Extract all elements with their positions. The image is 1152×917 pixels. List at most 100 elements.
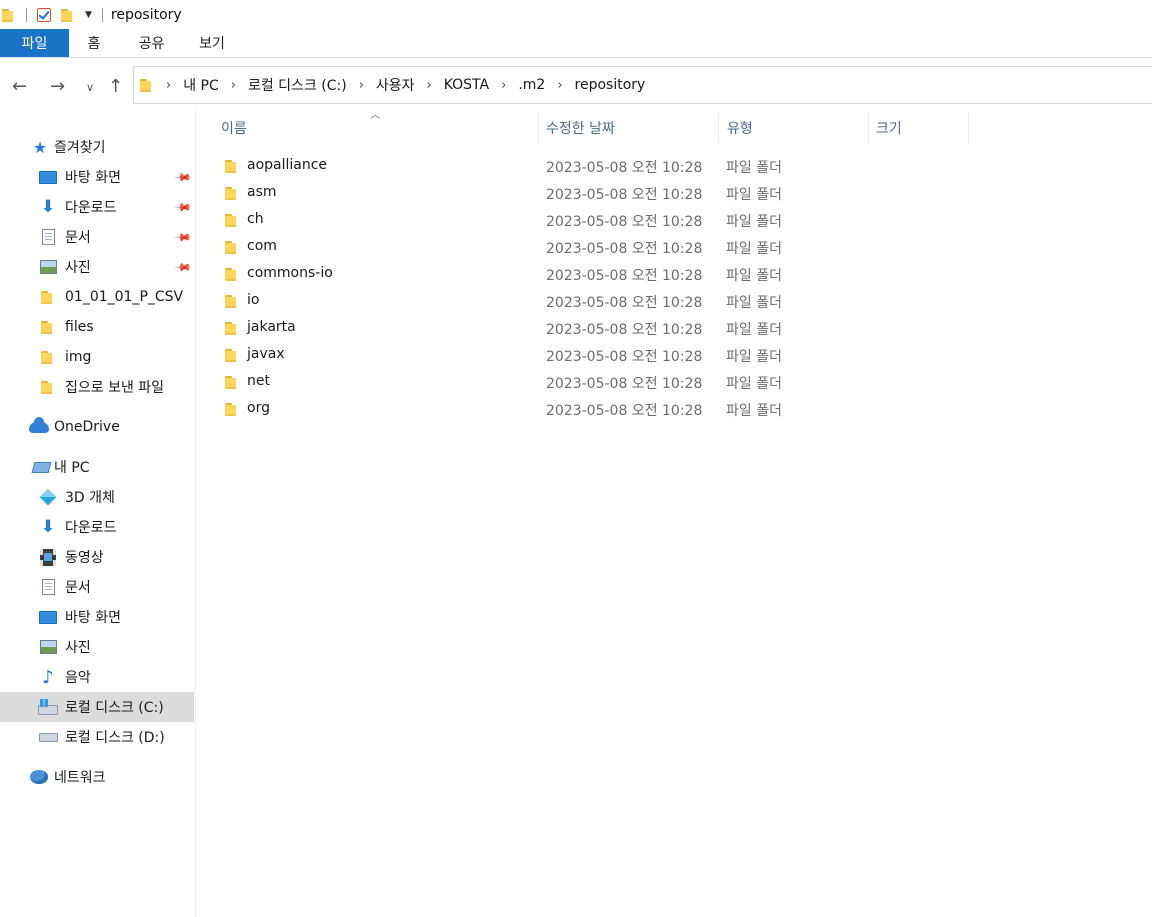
breadcrumb-m2[interactable]: .m2 <box>518 77 545 93</box>
sidebar-item-sent-home-files[interactable]: 집으로 보낸 파일 <box>0 372 194 402</box>
tab-view[interactable]: 보기 <box>184 29 240 57</box>
file-date: 2023-05-08 오전 10:28 <box>546 214 703 230</box>
address-bar[interactable]: › 내 PC › 로컬 디스크 (C:) › 사용자 › KOSTA › .m2… <box>133 66 1152 104</box>
sidebar-item-pc-desktop[interactable]: 바탕 화면 <box>0 602 194 632</box>
file-type: 파일 폴더 <box>726 214 782 230</box>
file-row[interactable]: io 2023-05-08 오전 10:28 파일 폴더 <box>222 288 922 315</box>
breadcrumb-repository[interactable]: repository <box>575 77 646 93</box>
file-row[interactable]: aopalliance 2023-05-08 오전 10:28 파일 폴더 <box>222 153 922 180</box>
sidebar-item-onedrive[interactable]: OneDrive <box>0 412 194 442</box>
sidebar-item-label: OneDrive <box>54 419 120 435</box>
column-header-size[interactable]: 크기 <box>876 113 902 143</box>
sidebar-item-3d-objects[interactable]: 3D 개체 <box>0 482 194 512</box>
tab-home[interactable]: 홈 <box>69 29 119 57</box>
folder-icon <box>225 321 239 335</box>
file-name: commons-io <box>247 265 333 281</box>
file-row[interactable]: net 2023-05-08 오전 10:28 파일 폴더 <box>222 369 922 396</box>
file-date: 2023-05-08 오전 10:28 <box>546 160 703 176</box>
local-disk-d-icon <box>38 727 58 747</box>
breadcrumb-local-disk-c[interactable]: 로컬 디스크 (C:) <box>248 75 347 95</box>
breadcrumb-this-pc[interactable]: 내 PC <box>183 75 219 95</box>
pictures-icon <box>38 257 58 277</box>
file-name: jakarta <box>247 319 296 335</box>
sidebar-item-pc-downloads[interactable]: ⬇ 다운로드 <box>0 512 194 542</box>
chevron-right-icon[interactable]: › <box>231 78 236 93</box>
file-row[interactable]: asm 2023-05-08 오전 10:28 파일 폴더 <box>222 180 922 207</box>
sidebar-item-this-pc[interactable]: 내 PC <box>0 452 194 482</box>
file-row[interactable]: ch 2023-05-08 오전 10:28 파일 폴더 <box>222 207 922 234</box>
folder-icon <box>140 78 154 92</box>
folder-icon <box>225 240 239 254</box>
column-divider[interactable] <box>868 113 869 143</box>
sidebar-item-label: 01_01_01_P_CSV <box>65 289 184 305</box>
file-row[interactable]: jakarta 2023-05-08 오전 10:28 파일 폴더 <box>222 315 922 342</box>
sidebar-item-local-disk-d[interactable]: 로컬 디스크 (D:) <box>0 722 194 752</box>
sidebar-item-01-01-01-p-csv[interactable]: 01_01_01_P_CSV <box>0 282 194 312</box>
file-date: 2023-05-08 오전 10:28 <box>546 322 703 338</box>
sidebar-item-label: 다운로드 <box>65 200 117 216</box>
sidebar-item-pc-pictures[interactable]: 사진 <box>0 632 194 662</box>
column-divider[interactable] <box>968 113 969 143</box>
chevron-right-icon[interactable]: › <box>501 78 506 93</box>
folder-icon <box>225 294 239 308</box>
title-bar: ▼ repository <box>0 0 1152 30</box>
file-type: 파일 폴더 <box>726 241 782 257</box>
sidebar-item-label: 즐겨찾기 <box>54 140 106 156</box>
document-icon <box>38 577 58 597</box>
sidebar-item-img[interactable]: img <box>0 342 194 372</box>
folder-icon <box>225 348 239 362</box>
file-date: 2023-05-08 오전 10:28 <box>546 295 703 311</box>
folder-icon <box>225 186 239 200</box>
file-row[interactable]: com 2023-05-08 오전 10:28 파일 폴더 <box>222 234 922 261</box>
properties-icon[interactable] <box>37 8 51 22</box>
new-folder-icon[interactable] <box>61 8 75 22</box>
file-row[interactable]: javax 2023-05-08 오전 10:28 파일 폴더 <box>222 342 922 369</box>
column-divider[interactable] <box>718 113 719 143</box>
back-arrow-icon[interactable]: ← <box>12 76 27 97</box>
tab-file[interactable]: 파일 <box>0 29 69 57</box>
cloud-icon <box>29 416 49 437</box>
quick-access-toolbar: ▼ <box>0 8 103 22</box>
download-icon: ⬇ <box>40 517 56 537</box>
sidebar-item-quick-access[interactable]: ★ 즐겨찾기 <box>0 132 194 162</box>
sidebar-item-pc-documents[interactable]: 문서 <box>0 572 194 602</box>
forward-arrow-icon[interactable]: → <box>50 76 65 97</box>
file-date: 2023-05-08 오전 10:28 <box>546 268 703 284</box>
breadcrumb-kosta[interactable]: KOSTA <box>444 77 489 93</box>
up-arrow-icon[interactable]: ↑ <box>108 76 123 97</box>
navigation-bar: ← → ∨ ↑ › 내 PC › 로컬 디스크 (C:) › 사용자 › KOS… <box>0 66 1152 106</box>
sidebar-item-label: 3D 개체 <box>65 490 115 506</box>
file-date: 2023-05-08 오전 10:28 <box>546 187 703 203</box>
file-name: ch <box>247 211 264 227</box>
sidebar-item-downloads[interactable]: ⬇ 다운로드 📌 <box>0 192 194 222</box>
sidebar-item-music[interactable]: ♪ 음악 <box>0 662 194 692</box>
column-divider[interactable] <box>538 113 539 143</box>
file-name: aopalliance <box>247 157 328 173</box>
recent-locations-chevron-icon[interactable]: ∨ <box>86 81 94 94</box>
sidebar-item-videos[interactable]: 동영상 <box>0 542 194 572</box>
column-header-name[interactable]: 이름 <box>221 113 247 143</box>
file-row[interactable]: commons-io 2023-05-08 오전 10:28 파일 폴더 <box>222 261 922 288</box>
chevron-right-icon[interactable]: › <box>166 78 171 93</box>
chevron-right-icon[interactable]: › <box>557 78 562 93</box>
sidebar-item-files[interactable]: files <box>0 312 194 342</box>
chevron-right-icon[interactable]: › <box>427 78 432 93</box>
file-type: 파일 폴더 <box>726 403 782 419</box>
breadcrumb-users[interactable]: 사용자 <box>376 75 415 95</box>
sidebar-item-desktop[interactable]: 바탕 화면 📌 <box>0 162 194 192</box>
computer-icon <box>31 457 51 477</box>
column-header-type[interactable]: 유형 <box>727 113 753 143</box>
file-row[interactable]: org 2023-05-08 오전 10:28 파일 폴더 <box>222 396 922 423</box>
folder-icon <box>2 8 16 22</box>
customize-toolbar-dropdown-icon[interactable]: ▼ <box>85 10 92 20</box>
pin-icon: 📌 <box>173 227 193 247</box>
sidebar-item-label: files <box>65 319 94 335</box>
tab-share[interactable]: 공유 <box>119 29 184 57</box>
sidebar-item-local-disk-c[interactable]: 로컬 디스크 (C:) <box>0 692 194 722</box>
sidebar-item-documents[interactable]: 문서 📌 <box>0 222 194 252</box>
sidebar-item-pictures[interactable]: 사진 📌 <box>0 252 194 282</box>
column-header-date-modified[interactable]: 수정한 날짜 <box>546 113 615 143</box>
sidebar-item-label: 문서 <box>65 580 91 596</box>
chevron-right-icon[interactable]: › <box>359 78 364 93</box>
sidebar-item-network[interactable]: 네트워크 <box>0 762 194 792</box>
